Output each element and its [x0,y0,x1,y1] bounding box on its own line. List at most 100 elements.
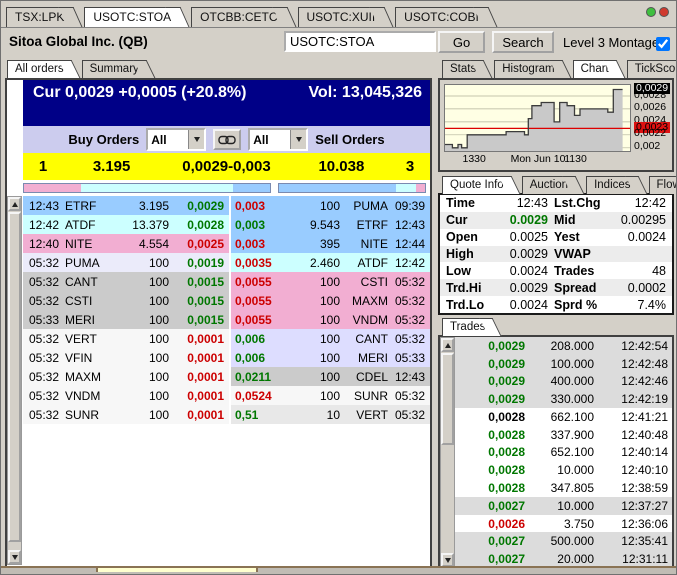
buy-mmid: PUMA [65,255,100,270]
window-tab-tsx-lpk[interactable]: TSX:LPK [6,7,71,27]
sell-time: 05:32 [394,331,425,346]
buy-size: 100 [148,331,169,346]
tab-trades[interactable]: Trades [442,318,491,336]
buy-order[interactable]: 12:40 NITE 4.554 0,0025 [23,234,229,253]
buy-price: 0,0019 [187,255,224,270]
level3-checkbox[interactable] [656,37,670,51]
sell-order[interactable]: 0,0055 100 MAXM 05:32 [231,291,430,310]
scrollbar-thumb[interactable] [441,353,454,445]
trade-row[interactable]: 0,0028 10.000 12:40:10 [455,461,672,480]
dropdown-arrow-icon[interactable] [290,130,307,149]
sell-filter-select[interactable]: All [248,128,309,151]
sell-order[interactable]: 0,006 100 MERI 05:33 [231,348,430,367]
sell-time: 05:32 [394,274,425,289]
quote-value: 0.0029 [509,213,548,228]
buy-filter-value: All [151,132,167,147]
tab-flow[interactable]: Flow [648,176,676,194]
buy-order[interactable]: 05:32 VNDM 100 0,0001 [23,386,229,405]
sell-order[interactable]: 0,003 100 PUMA 09:39 [231,196,430,215]
link-orders-button[interactable] [213,129,242,150]
sell-order[interactable]: 0,003 395 NITE 12:44 [231,234,430,253]
window-tab-usotc-cobi[interactable]: USOTC:COBI [395,7,485,27]
trade-row[interactable]: 0,0026 3.750 12:36:06 [455,514,672,533]
buy-order[interactable]: 05:32 VFIN 100 0,0001 [23,348,229,367]
go-button[interactable]: Go [438,31,485,53]
trade-row[interactable]: 0,0028 347.805 12:38:59 [455,479,672,497]
buy-order[interactable]: 12:43 ETRF 3.195 0,0029 [23,196,229,215]
buy-order[interactable]: 12:42 ATDF 13.379 0,0028 [23,215,229,234]
buy-size: 100 [148,255,169,270]
trade-row[interactable]: 0,0027 10.000 12:37:27 [455,496,672,515]
sell-order[interactable]: 0,51 10 VERT 05:32 [231,405,430,424]
search-button[interactable]: Search [492,31,554,53]
tab-chart[interactable]: Chart [572,60,614,78]
tab-auction[interactable]: Auction [521,176,574,194]
sell-time: 05:32 [394,293,425,308]
trade-row[interactable]: 0,0029 100.000 12:42:48 [455,354,672,373]
quote-row: Trd.Lo 0.0024 Sprd % 7.4% [440,296,672,313]
window-tab-bar: TSX:LPK USOTC:STOA OTCBB:CETC USOTC:XUII… [6,3,646,27]
tab-stats[interactable]: Stats [442,60,482,78]
quote-label: Trades [554,263,595,278]
order-book-scrollbar[interactable] [7,196,22,565]
window-tab-otcbb-cetc[interactable]: OTCBB:CETC [191,7,284,27]
buy-price: 0,0001 [187,369,224,384]
trades-scrollbar[interactable] [440,337,455,568]
buy-order[interactable]: 05:32 VERT 100 0,0001 [23,329,229,348]
background-window-strip [1,566,676,574]
sell-mmid: VNDM [352,312,388,327]
buy-time: 05:32 [29,255,60,270]
buy-price: 0,0001 [187,407,224,422]
buy-order[interactable]: 05:32 SUNR 100 0,0001 [23,405,229,424]
window-tab-usotc-stoa[interactable]: USOTC:STOA [84,7,178,27]
scroll-down-button[interactable] [8,550,21,564]
scroll-down-button[interactable] [441,553,454,567]
scroll-up-button[interactable] [8,197,21,211]
trade-row[interactable]: 0,0027 500.000 12:35:41 [455,532,672,551]
trade-row[interactable]: 0,0028 337.900 12:40:48 [455,425,672,444]
sell-order[interactable]: 0,0055 100 CSTI 05:32 [231,272,430,291]
buy-price: 0,0001 [187,331,224,346]
trade-row[interactable]: 0,0028 652.100 12:40:14 [455,443,672,462]
trade-row[interactable]: 0,0029 208.000 12:42:54 [455,337,672,355]
scrollbar-thumb[interactable] [8,212,21,542]
buy-order[interactable]: 05:32 PUMA 100 0,0019 [23,253,229,272]
sell-order[interactable]: 0,003 9.543 ETRF 12:43 [231,215,430,234]
trade-price: 0,0027 [488,552,525,567]
buy-mmid: VERT [65,331,97,346]
sell-time: 05:32 [394,388,425,403]
sell-order[interactable]: 0,0211 100 CDEL 12:43 [231,367,430,386]
chart-y-axis: 0,0029 0,0028 0,0026 0,0024 0,0023 0,0022 0,00… [634,83,672,152]
sell-order[interactable]: 0,0524 100 SUNR 05:32 [231,386,430,405]
buy-order[interactable]: 05:32 CANT 100 0,0015 [23,272,229,291]
quote-value: 0.0024 [509,263,548,278]
window-tab-usotc-xuii[interactable]: USOTC:XUII [297,7,382,27]
tab-histogram[interactable]: Histogram [494,60,560,78]
buy-order[interactable]: 05:32 MAXM 100 0,0001 [23,367,229,386]
trade-row[interactable]: 0,0029 400.000 12:42:46 [455,372,672,391]
trading-montage-window: TSX:LPK USOTC:STOA OTCBB:CETC USOTC:XUII… [0,0,677,575]
tab-summary[interactable]: Summary [81,60,144,78]
tab-indices[interactable]: Indices [586,176,636,194]
sell-order[interactable]: 0,0055 100 VNDM 05:32 [231,310,430,329]
buy-order[interactable]: 05:33 MERI 100 0,0015 [23,310,229,329]
sell-mmid: ATDF [357,255,388,270]
sell-orders-label: Sell Orders [315,132,385,147]
tab-tickscope[interactable]: TickScope [626,60,676,78]
scroll-up-button[interactable] [441,338,454,352]
tab-all-orders[interactable]: All orders [7,60,69,78]
sell-order[interactable]: 0,0035 2.460 ATDF 12:42 [231,253,430,272]
dropdown-arrow-icon[interactable] [188,130,205,149]
quote-row: High 0.0029 VWAP [440,245,672,263]
buy-order[interactable]: 05:32 CSTI 100 0,0015 [23,291,229,310]
symbol-input[interactable] [284,31,436,52]
tab-quote-info[interactable]: Quote Info [442,176,509,194]
sell-size: 395 [319,236,340,251]
trade-row[interactable]: 0,0028 662.100 12:41:21 [455,408,672,426]
trade-row[interactable]: 0,0029 330.000 12:42:19 [455,390,672,409]
montage-tabs: All orders Summary [7,58,157,78]
sell-order[interactable]: 0,006 100 CANT 05:32 [231,329,430,348]
buy-size: 100 [148,312,169,327]
buy-filter-select[interactable]: All [146,128,207,151]
sell-time: 05:33 [394,350,425,365]
